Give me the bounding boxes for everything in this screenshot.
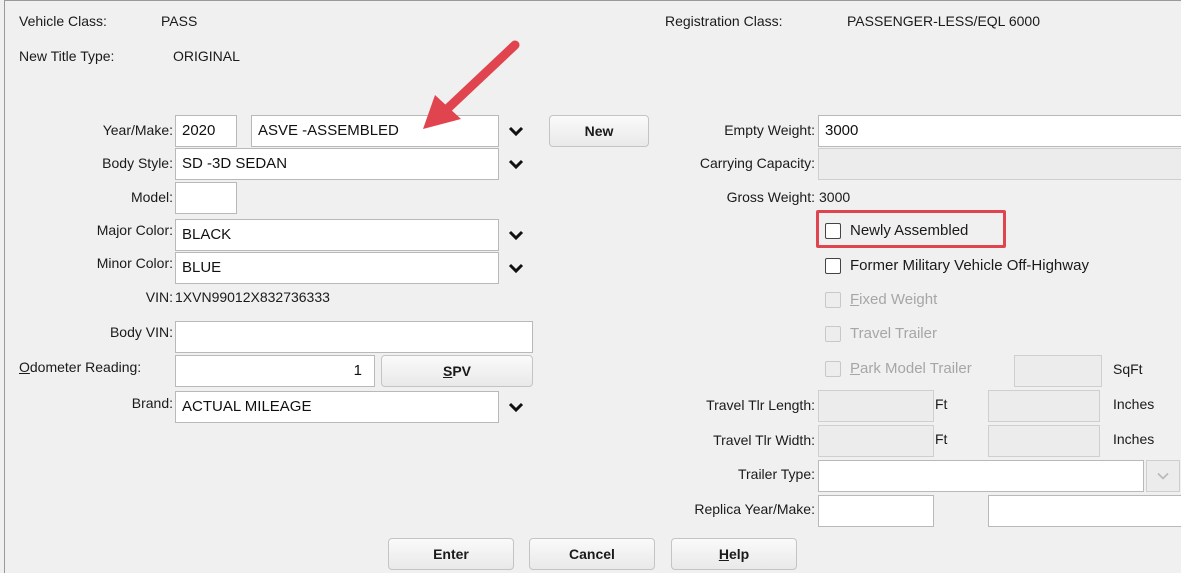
empty-weight-input[interactable]: 3000	[818, 115, 1181, 147]
spv-button[interactable]: SPV	[381, 355, 533, 387]
vehicle-record-form: Vehicle Class: PASS New Title Type: ORIG…	[4, 0, 1181, 573]
year-input[interactable]: 2020	[175, 115, 237, 147]
new-title-type-label: New Title Type:	[19, 48, 115, 64]
year-make-label: Year/Make:	[102, 122, 173, 138]
body-vin-input[interactable]	[175, 321, 533, 353]
empty-weight-label: Empty Weight:	[724, 122, 815, 138]
length-inches-unit-label: Inches	[1113, 396, 1155, 412]
travel-tlr-length-ft-input[interactable]	[818, 390, 934, 422]
chevron-down-icon	[508, 230, 524, 241]
former-military-label: Former Military Vehicle Off-Highway	[850, 257, 1089, 274]
travel-tlr-length-label: Travel Tlr Length:	[706, 397, 815, 413]
help-button[interactable]: Help	[671, 538, 797, 570]
trailer-type-label: Trailer Type:	[737, 466, 815, 482]
travel-tlr-width-inches-input[interactable]	[988, 425, 1100, 457]
travel-trailer-label: Travel Trailer	[850, 325, 937, 342]
width-inches-unit-label: Inches	[1113, 431, 1155, 447]
arrow-annotation-icon	[423, 40, 520, 129]
replica-year-input[interactable]	[818, 495, 934, 527]
major-color-dropdown-button[interactable]	[501, 219, 531, 251]
chevron-down-icon	[1157, 472, 1169, 480]
highlight-annotation-box	[816, 210, 1006, 248]
gross-weight-label: Gross Weight:	[726, 189, 815, 205]
model-input[interactable]	[175, 182, 237, 214]
brand-label: Brand:	[131, 395, 173, 411]
major-color-label: Major Color:	[96, 222, 173, 238]
body-style-label: Body Style:	[102, 155, 173, 171]
travel-tlr-length-inches-input[interactable]	[988, 390, 1100, 422]
sqft-unit-label: SqFt	[1113, 361, 1143, 377]
park-model-trailer-checkbox[interactable]	[825, 361, 841, 377]
brand-select[interactable]: ACTUAL MILEAGE	[175, 391, 499, 423]
vin-value: 1XVN99012X832736333	[175, 289, 330, 305]
minor-color-label: Minor Color:	[96, 255, 173, 271]
park-model-trailer-label: Park Model Trailer	[850, 360, 972, 377]
vehicle-class-value: PASS	[161, 13, 198, 29]
fixed-weight-checkbox[interactable]	[825, 292, 841, 308]
odometer-label: Odometer Reading:	[19, 359, 142, 375]
chevron-down-icon	[508, 402, 524, 413]
gross-weight-value: 3000	[819, 189, 851, 205]
model-label: Model:	[130, 189, 173, 205]
width-ft-unit-label: Ft	[935, 431, 948, 447]
major-color-select[interactable]: BLACK	[175, 219, 499, 251]
park-model-sqft-input[interactable]	[1014, 355, 1102, 387]
replica-year-make-label: Replica Year/Make:	[694, 501, 815, 517]
travel-tlr-width-label: Travel Tlr Width:	[713, 432, 815, 448]
registration-class-label: Registration Class:	[665, 13, 783, 29]
body-style-select[interactable]: SD -3D SEDAN	[175, 148, 499, 180]
brand-dropdown-button[interactable]	[501, 391, 531, 423]
trailer-type-dropdown-button[interactable]	[1146, 460, 1180, 492]
registration-class-value: PASSENGER-LESS/EQL 6000	[847, 13, 1040, 29]
vin-label: VIN:	[145, 289, 173, 305]
body-vin-label: Body VIN:	[109, 324, 173, 340]
cancel-button[interactable]: Cancel	[529, 538, 655, 570]
carrying-capacity-input[interactable]	[818, 148, 1181, 180]
travel-tlr-width-ft-input[interactable]	[818, 425, 934, 457]
carrying-capacity-label: Carrying Capacity:	[699, 155, 815, 171]
chevron-down-icon	[508, 159, 524, 170]
enter-button[interactable]: Enter	[388, 538, 514, 570]
odometer-input[interactable]: 1	[175, 355, 375, 387]
trailer-type-select[interactable]	[818, 460, 1144, 492]
former-military-checkbox[interactable]	[825, 258, 841, 274]
travel-trailer-checkbox[interactable]	[825, 326, 841, 342]
minor-color-select[interactable]: BLUE	[175, 252, 499, 284]
chevron-down-icon	[508, 263, 524, 274]
replica-make-input[interactable]	[988, 495, 1181, 527]
minor-color-dropdown-button[interactable]	[501, 252, 531, 284]
vehicle-class-label: Vehicle Class:	[19, 13, 107, 29]
length-ft-unit-label: Ft	[935, 396, 948, 412]
fixed-weight-label: Fixed Weight	[850, 291, 938, 308]
new-title-type-value: ORIGINAL	[173, 48, 240, 64]
body-style-dropdown-button[interactable]	[501, 148, 531, 180]
